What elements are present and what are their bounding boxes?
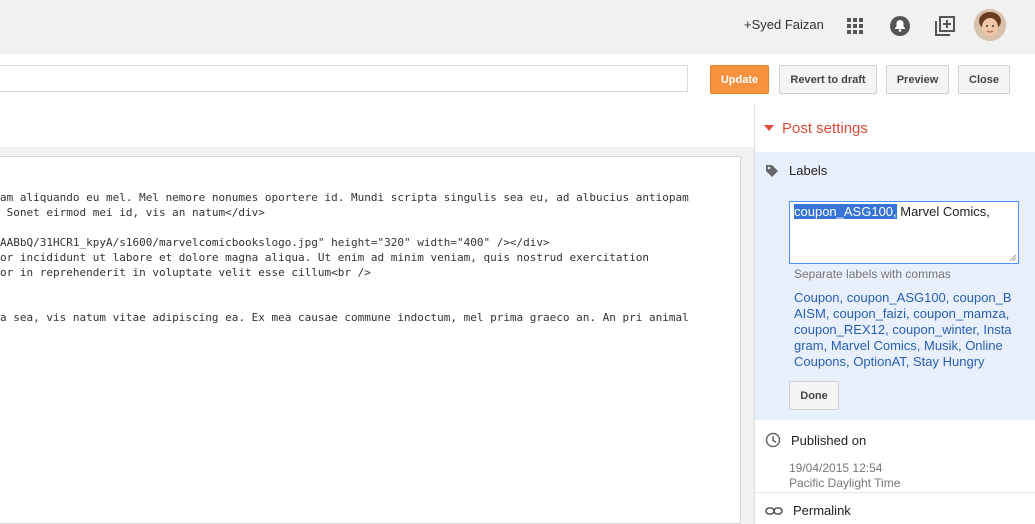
labels-panel [755,152,1035,420]
post-toolbar: Update Revert to draft Preview Close [0,54,1035,106]
permalink-title: Permalink [793,503,851,518]
link-icon [765,506,783,515]
permalink-header[interactable]: Permalink [765,503,851,518]
label-suggestion-line[interactable]: AISM, coupon_faizi, coupon_mamza, [794,306,1019,322]
label-tag-icon [766,164,778,177]
code-line: AABbQ/31HCR1_kpyA/s1600/marvelcomicbooks… [0,236,550,249]
html-editor[interactable]: am aliquando eu mel. Mel nemore nonumes … [0,156,741,524]
label-suggestions: Coupon, coupon_ASG100, coupon_B AISM, co… [794,290,1019,370]
selected-label-text: coupon_ASG100, [794,204,897,219]
published-date: 19/04/2015 12:54 Pacific Daylight Time [789,461,900,491]
code-line: Sonet eirmod mei id, vis an natum</div> [0,206,265,219]
label-suggestion-line[interactable]: Coupon, coupon_ASG100, coupon_B [794,290,1019,306]
clock-icon [765,432,781,448]
published-datetime: 19/04/2015 12:54 [789,461,883,475]
code-line: a sea, vis natum vitae adipiscing ea. Ex… [0,311,689,324]
user-profile-link[interactable]: +Syed Faizan [744,17,824,32]
preview-button[interactable]: Preview [886,65,949,94]
labels-header[interactable]: Labels [765,163,827,178]
label-text: Marvel Comics, [896,204,990,219]
code-line: am aliquando eu mel. Mel nemore nonumes … [0,191,689,204]
label-suggestion-line[interactable]: gram, Marvel Comics, Musik, Online [794,338,1019,354]
post-title-input[interactable] [0,65,688,92]
top-bar: +Syed Faizan [0,0,1035,54]
editor-toolbar [0,105,754,148]
labels-hint: Separate labels with commas [794,267,951,281]
code-line: or incididunt ut labore et dolore magna … [0,251,650,264]
label-suggestion-line[interactable]: Coupons, OptionAT, Stay Hungry [794,354,1019,370]
apps-grid-icon[interactable] [842,13,868,39]
labels-input[interactable]: coupon_ASG100, Marvel Comics, [789,201,1019,264]
done-button[interactable]: Done [789,381,839,410]
resize-handle-icon[interactable] [1009,254,1017,262]
published-timezone: Pacific Daylight Time [789,476,901,490]
collapse-triangle-icon [764,124,774,131]
update-button[interactable]: Update [710,65,769,94]
labels-title: Labels [789,163,828,178]
close-button[interactable]: Close [958,65,1010,94]
divider [755,492,1035,493]
notifications-icon[interactable] [887,13,913,39]
share-add-icon[interactable] [932,13,958,39]
avatar[interactable] [974,9,1006,41]
published-on-header[interactable]: Published on [765,432,866,448]
revert-to-draft-button[interactable]: Revert to draft [779,65,877,94]
code-line: or in reprehenderit in voluptate velit e… [0,266,371,279]
label-suggestion-line[interactable]: coupon_REX12, coupon_winter, Insta [794,322,1019,338]
published-on-title: Published on [791,432,867,448]
post-settings-title: Post settings [782,120,868,137]
post-settings-header[interactable]: Post settings [764,120,868,137]
